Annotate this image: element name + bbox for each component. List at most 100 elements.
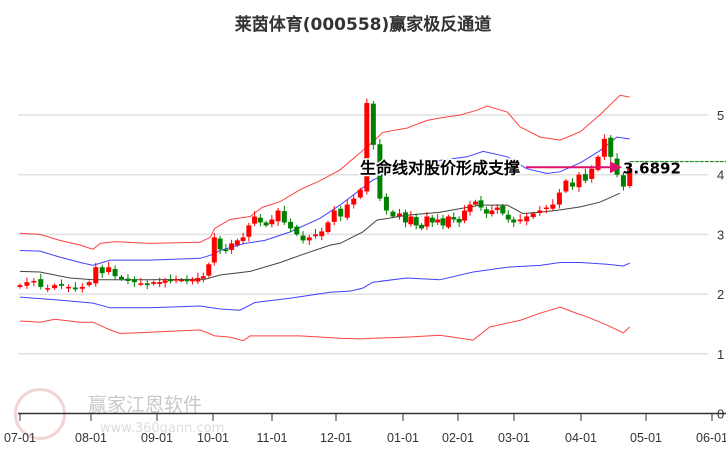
band-line-upper-outer (19, 94, 630, 250)
x-tick-label: 11-01 (256, 431, 287, 445)
x-tick-label: 10-01 (197, 431, 229, 445)
candle-up (138, 283, 144, 285)
candle-down (263, 222, 269, 226)
candle-up (563, 180, 569, 192)
candle-up (189, 279, 195, 282)
candle-down (505, 214, 511, 220)
candle-down (456, 218, 462, 223)
candle-up (351, 198, 357, 205)
candle-down (370, 103, 376, 145)
x-tick-label: 05-01 (630, 431, 662, 445)
candle-down (112, 269, 118, 277)
x-tick-label: 07-01 (4, 431, 36, 445)
candle-up (45, 288, 51, 290)
candle-up (524, 216, 530, 222)
candle-up (52, 285, 58, 289)
candle-up (467, 204, 473, 212)
candle-down (131, 279, 137, 283)
candle-down (419, 224, 425, 229)
candle-down (72, 287, 78, 290)
candle-up (424, 216, 430, 227)
candle-down (281, 211, 287, 223)
candle-up (489, 210, 495, 215)
candle-up (319, 231, 325, 237)
candle-down (582, 174, 588, 181)
candle-up (211, 237, 217, 263)
candle-down (184, 279, 190, 282)
y-tick-label: 3 (717, 227, 724, 242)
candle-up (24, 282, 30, 286)
chart-area: 01234507-0108-0109-0110-0111-0112-0101-0… (4, 94, 726, 445)
candle-up (331, 210, 337, 222)
candle-up (252, 216, 258, 224)
candle-up (556, 192, 562, 205)
candle-down (451, 217, 457, 220)
candle-down (59, 283, 65, 286)
candle-down (338, 208, 344, 217)
x-tick-label: 12-01 (320, 431, 352, 445)
x-tick-label: 02-01 (442, 431, 474, 445)
candle-down (500, 205, 506, 214)
candle-down (168, 279, 174, 282)
candle-down (429, 217, 435, 223)
candle-down (478, 200, 484, 208)
candle-down (440, 218, 446, 226)
candle-up (473, 201, 478, 205)
candle-up (17, 285, 23, 287)
candle-down (288, 221, 294, 229)
candle-up (537, 210, 543, 213)
candle-down (569, 182, 575, 187)
candle-down (413, 217, 419, 226)
candle-up (246, 225, 252, 237)
y-tick-label: 1 (717, 347, 724, 362)
x-tick-label: 03-01 (498, 431, 530, 445)
candle-up (162, 280, 168, 283)
candle-down (483, 209, 489, 214)
candle-down (119, 276, 125, 280)
candle-down (608, 137, 614, 157)
candle-up (86, 282, 92, 286)
candle-down (217, 238, 223, 250)
candle-up (240, 237, 246, 241)
band-line-lifeline (19, 192, 621, 281)
candle-up (445, 216, 451, 228)
candle-up (517, 219, 523, 222)
candle-up (157, 282, 163, 284)
candle-down (402, 212, 408, 223)
x-tick-label: 01-01 (387, 431, 419, 445)
x-tick-label: 09-01 (141, 431, 173, 445)
candle-down (144, 283, 150, 286)
candle-up (396, 213, 402, 217)
candle-up (79, 286, 85, 289)
y-tick-label: 4 (717, 168, 724, 183)
candle-up (275, 210, 281, 222)
candle-up (31, 280, 37, 283)
candle-up (206, 264, 212, 276)
x-tick-label: 08-01 (75, 431, 107, 445)
candle-down (38, 279, 44, 287)
candle-up (65, 286, 71, 289)
band-line-upper-inner (19, 136, 630, 266)
candle-down (125, 278, 131, 281)
candle-down (294, 226, 300, 235)
candle-up (589, 168, 595, 179)
candle-up (550, 204, 556, 209)
candle-up (601, 138, 607, 157)
candle-up (435, 219, 441, 223)
candle-up (543, 207, 549, 210)
candle-up (313, 234, 319, 237)
candle-up (325, 222, 331, 233)
candle-up (530, 213, 536, 218)
candle-down (511, 219, 517, 223)
candle-down (99, 267, 105, 274)
y-tick-label: 2 (717, 287, 724, 302)
candle-up (229, 243, 235, 250)
candle-up (576, 174, 582, 188)
candle-up (494, 207, 500, 210)
candle-up (408, 216, 414, 225)
candle-down (257, 217, 263, 223)
annotation-value: 3.6892 (623, 159, 681, 177)
candle-down (390, 211, 396, 217)
candle-up (106, 267, 112, 273)
candle-up (269, 219, 275, 225)
